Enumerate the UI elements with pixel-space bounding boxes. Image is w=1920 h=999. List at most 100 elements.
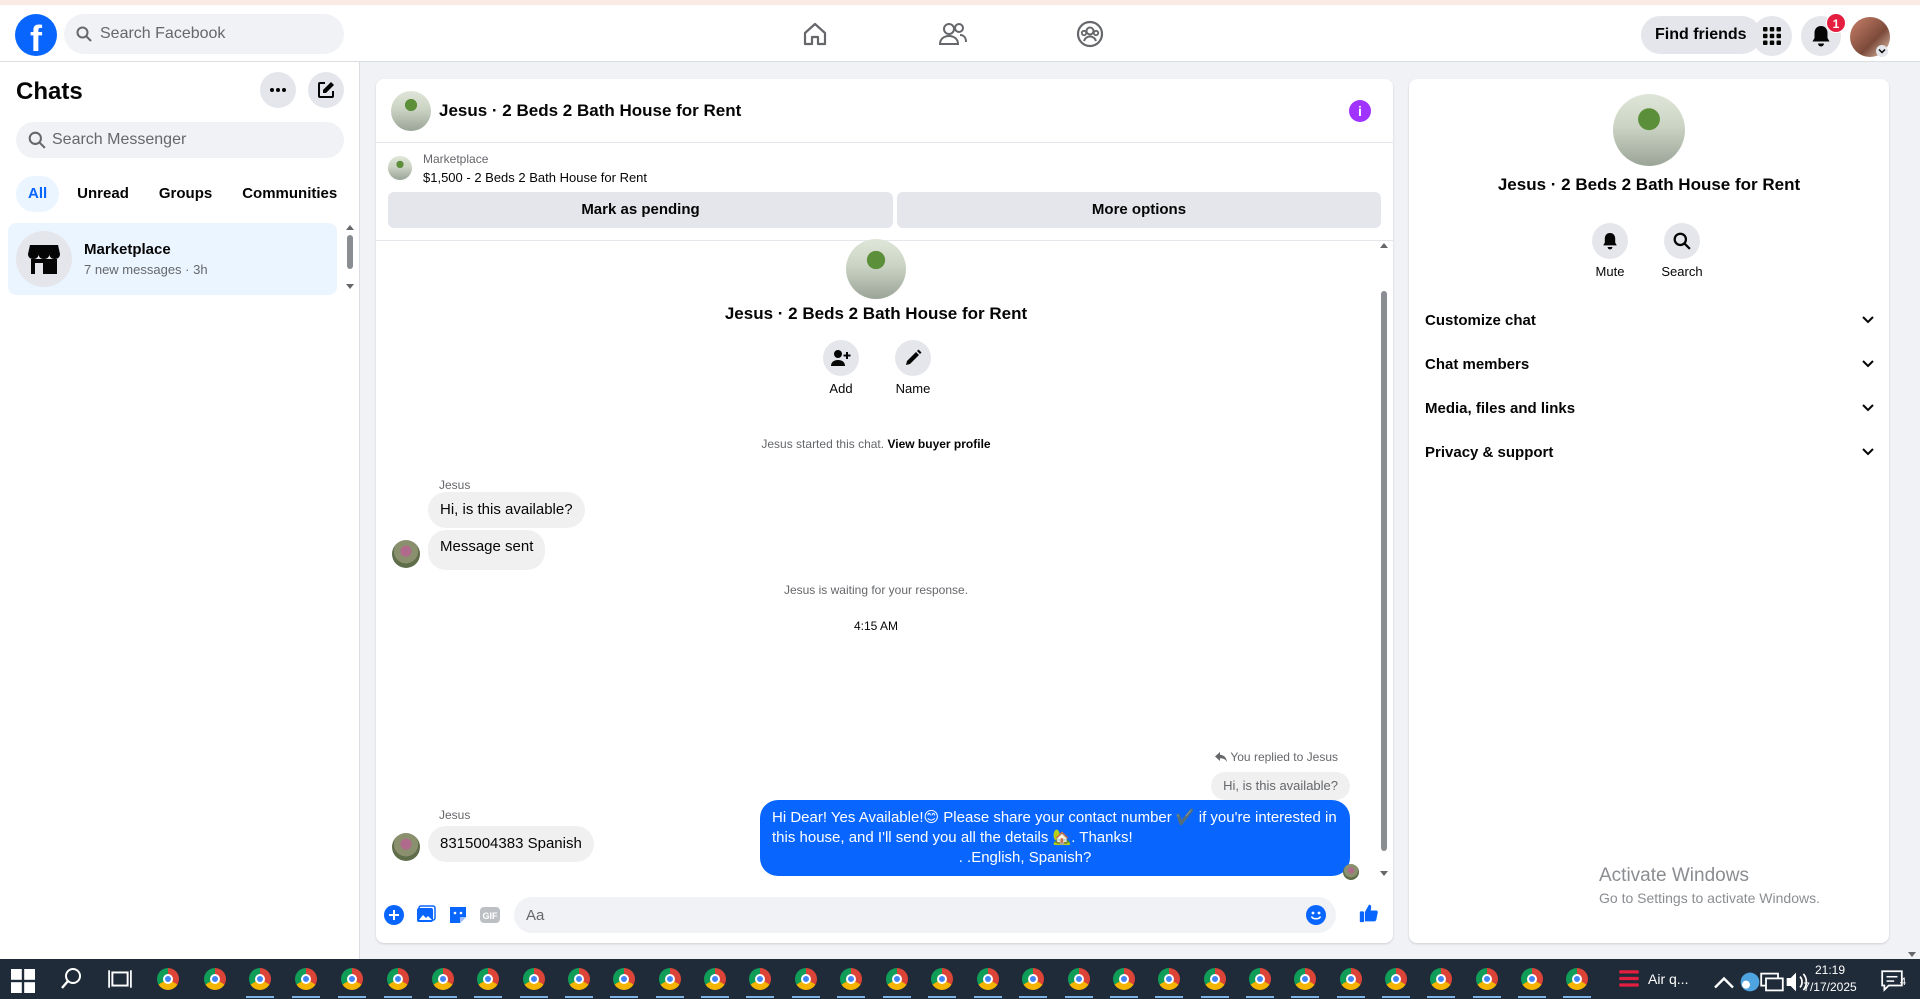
- chrome-taskbar-icon[interactable]: [1158, 968, 1180, 990]
- gif-icon[interactable]: GIF: [480, 905, 500, 925]
- chrome-taskbar-icon[interactable]: [204, 968, 226, 990]
- media-files-links-section[interactable]: Media, files and links: [1425, 390, 1875, 426]
- chrome-taskbar-icon[interactable]: [1476, 968, 1498, 990]
- emoji-icon[interactable]: [1306, 905, 1326, 925]
- home-icon[interactable]: [800, 19, 830, 49]
- chrome-taskbar-icon[interactable]: [1249, 968, 1271, 990]
- new-message-button[interactable]: [308, 72, 344, 108]
- incoming-message[interactable]: Hi, is this available?: [428, 492, 585, 528]
- groups-icon[interactable]: [1075, 19, 1105, 49]
- page-scrollbar[interactable]: [1904, 62, 1920, 959]
- facebook-search[interactable]: [64, 14, 344, 54]
- chrome-taskbar-icon[interactable]: [1385, 968, 1407, 990]
- message-input-wrapper[interactable]: [514, 897, 1336, 933]
- messenger-search-input[interactable]: [52, 131, 322, 149]
- incoming-message[interactable]: 8315004383 Spanish: [428, 826, 594, 862]
- cloud-sync-icon[interactable]: [1738, 970, 1762, 994]
- chrome-taskbar-icon[interactable]: [1113, 968, 1135, 990]
- chrome-taskbar-icon[interactable]: [613, 968, 635, 990]
- chrome-taskbar-icon[interactable]: [977, 968, 999, 990]
- quoted-message[interactable]: Hi, is this available?: [1211, 772, 1350, 800]
- add-people-button[interactable]: [823, 340, 859, 376]
- weather-text[interactable]: Air q...: [1648, 971, 1688, 987]
- sticker-icon[interactable]: [448, 905, 468, 925]
- privacy-support-section[interactable]: Privacy & support: [1425, 434, 1875, 470]
- chat-members-section[interactable]: Chat members: [1425, 346, 1875, 382]
- chrome-taskbar-icon[interactable]: [157, 968, 179, 990]
- chrome-taskbar-icon[interactable]: [931, 968, 953, 990]
- chat-options-button[interactable]: [260, 72, 296, 108]
- sender-avatar[interactable]: [392, 540, 420, 568]
- chrome-taskbar-icon[interactable]: [432, 968, 454, 990]
- chevron-down-icon[interactable]: [1876, 45, 1888, 57]
- taskbar-running-indicator: [1563, 996, 1591, 998]
- view-buyer-profile-link[interactable]: View buyer profile: [887, 437, 990, 451]
- chrome-taskbar-icon[interactable]: [795, 968, 817, 990]
- chrome-taskbar-icon[interactable]: [840, 968, 862, 990]
- chrome-taskbar-icon[interactable]: [1294, 968, 1316, 990]
- search-in-chat-button[interactable]: [1664, 223, 1700, 259]
- chevron-up-icon[interactable]: [1712, 971, 1736, 995]
- mark-as-pending-button[interactable]: Mark as pending: [388, 192, 893, 228]
- air-quality-icon[interactable]: [1617, 967, 1641, 991]
- windows-start-icon[interactable]: [11, 969, 35, 993]
- incoming-message[interactable]: Message sent: [428, 530, 546, 570]
- plus-circle-icon[interactable]: [384, 905, 404, 925]
- chrome-taskbar-icon[interactable]: [477, 968, 499, 990]
- friends-icon[interactable]: [938, 19, 968, 49]
- system-clock[interactable]: 21:19 7/17/2025: [1800, 962, 1860, 996]
- photo-icon[interactable]: [416, 905, 436, 925]
- chrome-taskbar-icon[interactable]: [749, 968, 771, 990]
- messenger-search[interactable]: [16, 122, 344, 158]
- like-thumb-icon[interactable]: [1359, 903, 1379, 923]
- name-chat-button[interactable]: [895, 340, 931, 376]
- network-icon[interactable]: [1760, 970, 1784, 994]
- chrome-taskbar-icon[interactable]: [523, 968, 545, 990]
- listing-thumbnail[interactable]: [391, 91, 431, 131]
- menu-button[interactable]: [1752, 16, 1792, 56]
- filter-unread[interactable]: Unread: [65, 176, 141, 212]
- search-icon[interactable]: [60, 967, 84, 991]
- facebook-logo[interactable]: f: [15, 14, 57, 56]
- reply-arrow-icon: [1215, 752, 1228, 762]
- more-options-button[interactable]: More options: [897, 192, 1381, 228]
- chrome-taskbar-icon[interactable]: [659, 968, 681, 990]
- chrome-taskbar-icon[interactable]: [1521, 968, 1543, 990]
- taskbar-running-indicator: [1019, 996, 1047, 998]
- chrome-taskbar-icon[interactable]: [1204, 968, 1226, 990]
- outgoing-line-2: this house, and I'll send you all the de…: [772, 829, 1133, 846]
- filter-communities[interactable]: Communities: [230, 176, 349, 212]
- conversation-scrollbar[interactable]: [1377, 241, 1391, 879]
- listing-price-title[interactable]: $1,500 - 2 Beds 2 Bath House for Rent: [423, 170, 647, 185]
- chat-list-scrollbar[interactable]: [344, 224, 356, 290]
- message-input[interactable]: [526, 906, 1286, 924]
- conversation-title[interactable]: Jesus · 2 Beds 2 Bath House for Rent: [439, 101, 741, 121]
- search-icon: [28, 131, 46, 149]
- chrome-taskbar-icon[interactable]: [341, 968, 363, 990]
- chrome-taskbar-icon[interactable]: [886, 968, 908, 990]
- mute-button[interactable]: [1592, 223, 1628, 259]
- find-friends-button[interactable]: Find friends: [1641, 16, 1761, 54]
- customize-chat-section[interactable]: Customize chat: [1425, 302, 1875, 338]
- info-icon[interactable]: i: [1349, 100, 1371, 122]
- outgoing-message[interactable]: Hi Dear! Yes Available!😊 Please share yo…: [760, 800, 1350, 876]
- chrome-taskbar-icon[interactable]: [387, 968, 409, 990]
- chat-item-marketplace[interactable]: Marketplace 7 new messages · 3h: [8, 223, 337, 295]
- chrome-taskbar-icon[interactable]: [1068, 968, 1090, 990]
- chrome-taskbar-icon[interactable]: [704, 968, 726, 990]
- chrome-taskbar-icon[interactable]: [1566, 968, 1588, 990]
- chat-started-notice: Jesus started this chat. View buyer prof…: [761, 437, 991, 451]
- chrome-taskbar-icon[interactable]: [568, 968, 590, 990]
- chrome-taskbar-icon[interactable]: [295, 968, 317, 990]
- chat-name: Marketplace: [84, 241, 171, 258]
- task-view-icon[interactable]: [108, 967, 132, 991]
- filter-all[interactable]: All: [16, 176, 60, 212]
- chat-info-photo[interactable]: [1613, 94, 1685, 166]
- chrome-taskbar-icon[interactable]: [249, 968, 271, 990]
- chrome-taskbar-icon[interactable]: [1340, 968, 1362, 990]
- facebook-search-input[interactable]: [100, 25, 320, 43]
- filter-groups[interactable]: Groups: [147, 176, 224, 212]
- chrome-taskbar-icon[interactable]: [1430, 968, 1452, 990]
- chrome-taskbar-icon[interactable]: [1022, 968, 1044, 990]
- sender-avatar[interactable]: [392, 833, 420, 861]
